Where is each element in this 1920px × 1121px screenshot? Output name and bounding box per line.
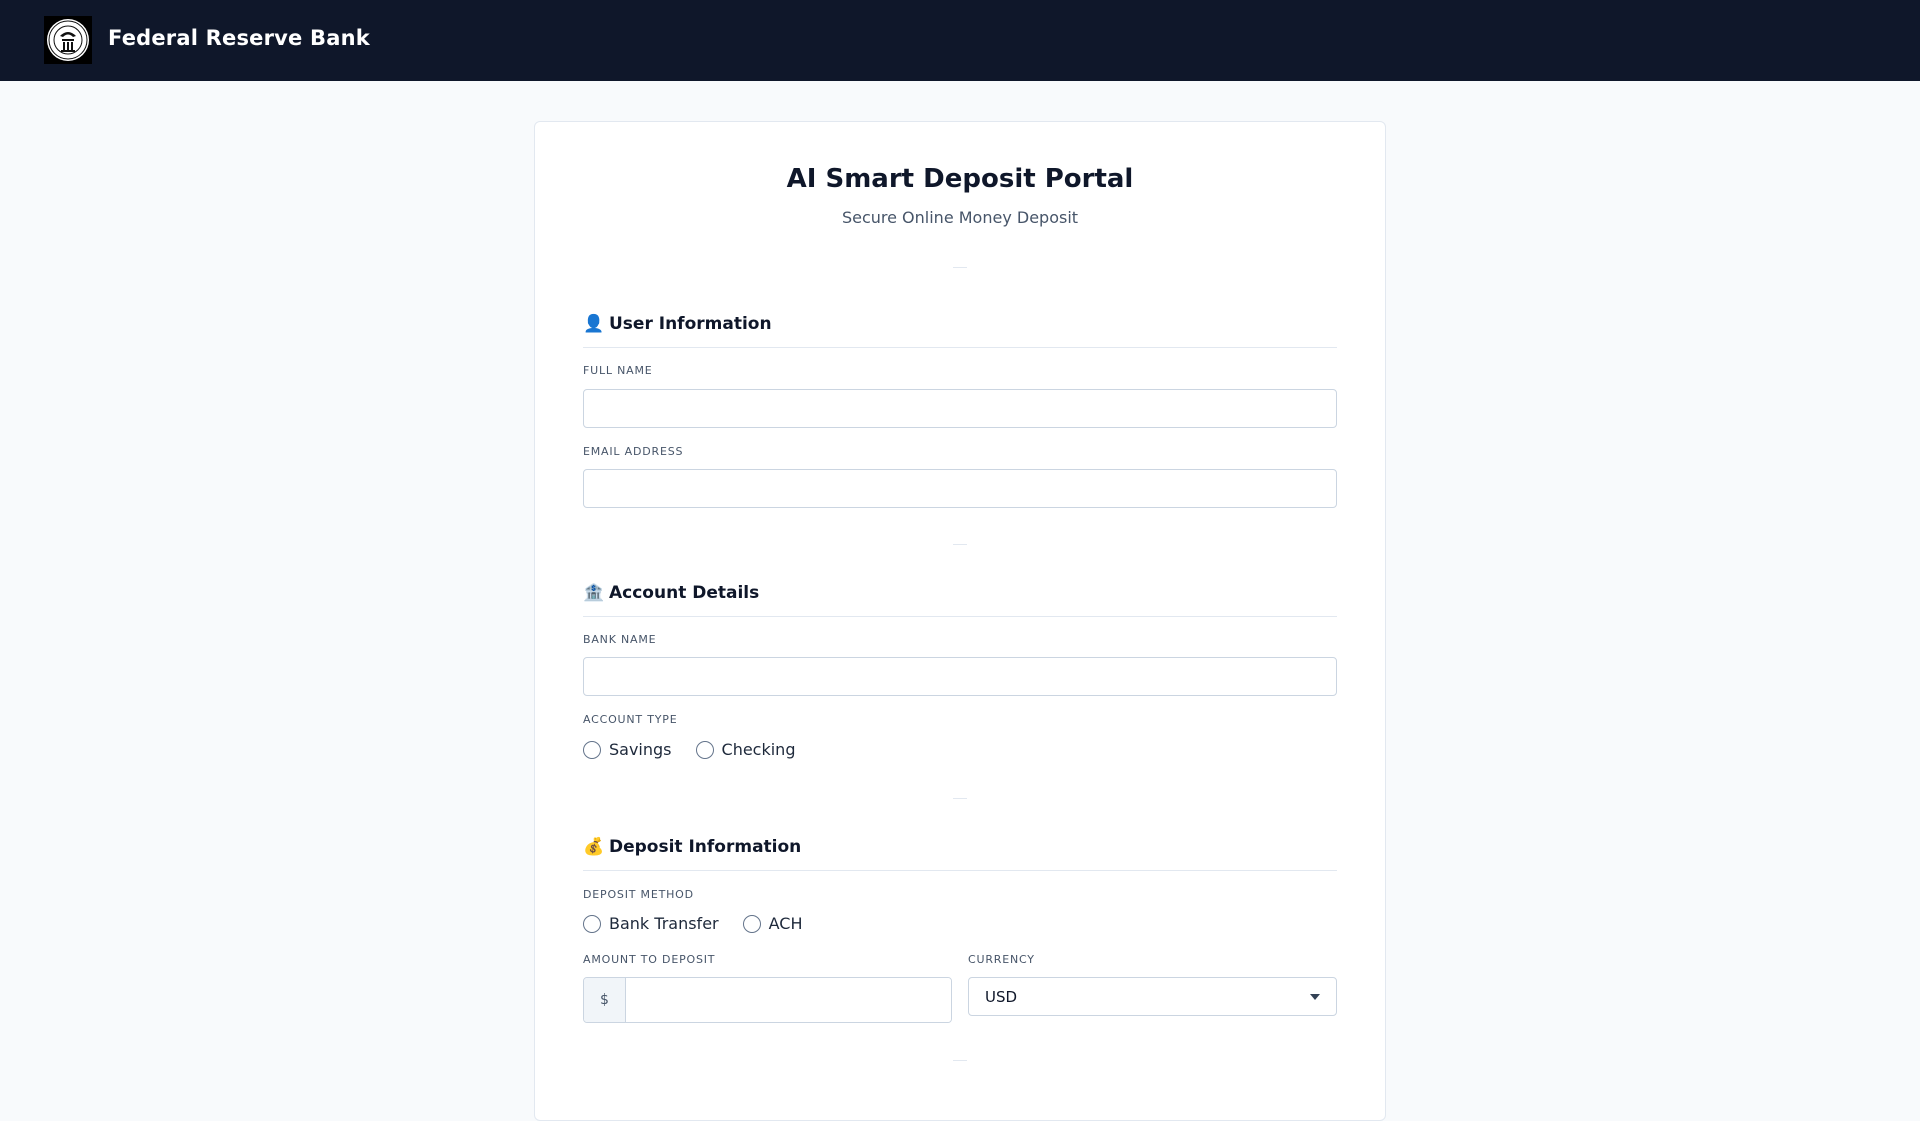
deposit-method-radio-group: Bank Transfer ACH — [583, 914, 802, 933]
section-divider — [953, 544, 967, 545]
radio-circle[interactable] — [583, 740, 601, 759]
radio-label-bank-transfer: Bank Transfer — [609, 914, 719, 933]
radio-checking[interactable]: Checking — [695, 740, 796, 759]
currency-select[interactable]: USD — [968, 977, 1337, 1016]
account-type-radio-group: Savings Checking — [583, 740, 795, 759]
section-divider — [953, 267, 967, 268]
amount-to-deposit-label: AMOUNT TO DEPOSIT — [583, 953, 716, 966]
currency-selected-value: USD — [985, 987, 1018, 1006]
currency-symbol-prefix: $ — [584, 978, 626, 1022]
user-icon: 👤 — [583, 314, 605, 334]
section-divider — [953, 1060, 967, 1061]
bank-icon: 🏦 — [583, 583, 605, 603]
section-title: Deposit Information — [609, 837, 802, 857]
radio-ach[interactable]: ACH — [742, 914, 803, 933]
radio-circle[interactable] — [742, 914, 761, 933]
email-address-input[interactable] — [583, 469, 1337, 508]
deposit-method-label: DEPOSIT METHOD — [583, 888, 694, 901]
radio-savings[interactable]: Savings — [583, 740, 672, 759]
page-title: AI Smart Deposit Portal — [786, 164, 1134, 194]
radio-circle[interactable] — [695, 740, 714, 759]
section-divider — [953, 798, 967, 799]
account-type-label: ACCOUNT TYPE — [583, 713, 678, 726]
money-bag-icon: 💰 — [583, 837, 605, 857]
federal-reserve-seal-icon — [44, 16, 92, 64]
amount-input[interactable] — [626, 978, 951, 1022]
section-title: Account Details — [609, 583, 760, 603]
deposit-form-card: AI Smart Deposit Portal Secure Online Mo… — [534, 121, 1386, 1121]
radio-bank-transfer[interactable]: Bank Transfer — [583, 914, 719, 933]
chevron-down-icon — [1310, 993, 1320, 1000]
radio-circle[interactable] — [583, 914, 601, 933]
bank-name-label: BANK NAME — [583, 633, 657, 646]
section-title: User Information — [609, 314, 772, 334]
top-navigation-bar: Federal Reserve Bank — [0, 0, 1920, 81]
section-header-account-details: 🏦 Account Details — [583, 583, 1337, 617]
radio-label-checking: Checking — [721, 740, 796, 759]
section-header-deposit-information: 💰 Deposit Information — [583, 837, 1337, 871]
radio-label-savings: Savings — [609, 740, 672, 759]
currency-label: CURRENCY — [968, 953, 1035, 966]
email-address-label: EMAIL ADDRESS — [583, 445, 684, 458]
bank-name-title: Federal Reserve Bank — [108, 26, 370, 50]
radio-label-ach: ACH — [768, 914, 803, 933]
amount-input-group: $ — [583, 977, 952, 1023]
page-subtitle: Secure Online Money Deposit — [841, 208, 1079, 227]
full-name-input[interactable] — [583, 389, 1337, 428]
full-name-label: FULL NAME — [583, 364, 653, 377]
section-header-user-information: 👤 User Information — [583, 314, 1337, 348]
bank-name-input[interactable] — [583, 657, 1337, 696]
